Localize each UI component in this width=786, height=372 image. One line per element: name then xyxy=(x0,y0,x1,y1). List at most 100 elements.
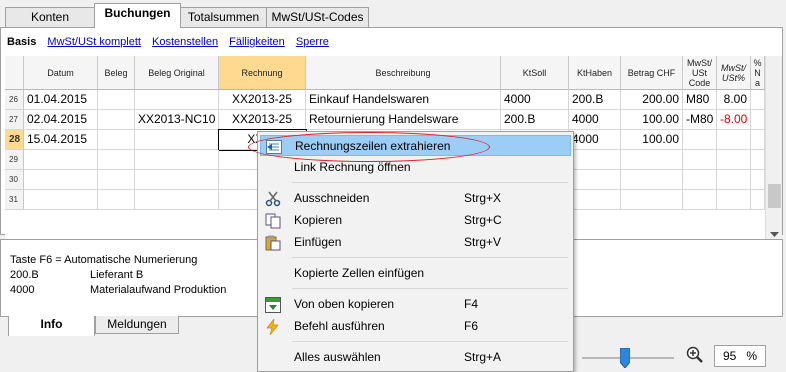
cell-beleg-original[interactable] xyxy=(135,190,219,210)
cell-kthaben[interactable] xyxy=(569,170,621,190)
vertical-scroll-thumb[interactable] xyxy=(768,184,781,208)
column-header-mwst-code[interactable]: MwSt/ USt Code xyxy=(683,56,717,90)
cell-kthaben[interactable] xyxy=(569,190,621,210)
cell-code[interactable] xyxy=(683,150,717,170)
view-basis[interactable]: Basis xyxy=(7,36,36,48)
cell-code[interactable] xyxy=(683,190,717,210)
tab-buchungen[interactable]: Buchungen xyxy=(94,3,181,28)
cell-code[interactable] xyxy=(683,170,717,190)
menu-item-kopierte-zellen-einfuegen[interactable]: Kopierte Zellen einfügen xyxy=(260,263,571,284)
cell-beleg[interactable] xyxy=(98,90,135,110)
cell-kthaben[interactable]: 200.B xyxy=(569,90,621,110)
cell-extra[interactable] xyxy=(751,90,765,110)
cell-beleg-original[interactable] xyxy=(135,170,219,190)
cell-beleg-original[interactable]: XX2013-NC10 xyxy=(135,110,219,130)
menu-item-link-rechnung-oeffnen[interactable]: Link Rechnung öffnen xyxy=(260,157,571,178)
menu-item-befehl-ausfuehren[interactable]: Befehl ausführen F6 xyxy=(260,316,571,337)
cell-beschreibung[interactable]: Retournierung Handelsware xyxy=(306,110,501,130)
row-number[interactable]: 30 xyxy=(5,170,24,190)
cell-datum[interactable] xyxy=(24,190,98,210)
cell-beleg[interactable] xyxy=(98,110,135,130)
tab-totalsummen[interactable]: Totalsummen xyxy=(180,7,267,27)
cell-code[interactable] xyxy=(683,130,717,150)
view-sperre[interactable]: Sperre xyxy=(296,36,329,48)
cell-beleg[interactable] xyxy=(98,190,135,210)
cell-extra[interactable] xyxy=(751,150,765,170)
view-mwst-komplett[interactable]: MwSt/USt komplett xyxy=(47,36,141,48)
zoom-unit: % xyxy=(746,349,757,363)
column-header-beschreibung[interactable]: Beschreibung xyxy=(306,56,501,90)
scroll-down-icon[interactable] xyxy=(770,232,779,238)
row-number[interactable]: 27 xyxy=(5,110,24,130)
column-header-beleg[interactable]: Beleg xyxy=(98,56,135,90)
row-number[interactable]: 29 xyxy=(5,150,24,170)
cell-datum[interactable] xyxy=(24,170,98,190)
row-number[interactable]: 31 xyxy=(5,190,24,210)
cell-extra[interactable] xyxy=(751,190,765,210)
cell-pct[interactable]: -8.00 xyxy=(717,110,751,130)
menu-item-von-oben-kopieren[interactable]: Von oben kopieren F4 xyxy=(260,294,571,315)
cell-beleg-original[interactable] xyxy=(135,130,219,150)
cell-beleg-original[interactable] xyxy=(135,90,219,110)
column-header-datum[interactable]: Datum xyxy=(24,56,98,90)
menu-item-alles-auswaehlen[interactable]: Alles auswählen Strg+A xyxy=(260,347,571,368)
cell-betrag[interactable]: 100.00 xyxy=(621,130,683,150)
cell-kthaben[interactable]: 4000 xyxy=(569,110,621,130)
cell-rechnung[interactable]: XX2013-25 xyxy=(219,90,306,110)
view-kostenstellen[interactable]: Kostenstellen xyxy=(152,36,218,48)
zoom-in-icon[interactable] xyxy=(686,346,704,364)
cell-extra[interactable] xyxy=(751,130,765,150)
column-header-mwst-pct[interactable]: MwSt/ USt% xyxy=(717,56,751,90)
cell-betrag[interactable]: 200.00 xyxy=(621,90,683,110)
cell-pct[interactable] xyxy=(717,150,751,170)
column-header-ktsoll[interactable]: KtSoll xyxy=(501,56,569,90)
cell-pct[interactable] xyxy=(717,190,751,210)
view-faelligkeiten[interactable]: Fälligkeiten xyxy=(229,36,285,48)
cell-code[interactable]: M80 xyxy=(683,90,717,110)
cell-datum[interactable]: 01.04.2015 xyxy=(24,90,98,110)
cell-beleg[interactable] xyxy=(98,170,135,190)
cell-kthaben[interactable]: 4000 xyxy=(569,130,621,150)
cell-betrag[interactable] xyxy=(621,190,683,210)
cell-datum[interactable]: 15.04.2015 xyxy=(24,130,98,150)
zoom-slider-thumb[interactable] xyxy=(620,348,630,368)
zoom-field[interactable]: 95 % xyxy=(714,345,766,367)
tab-info[interactable]: Info xyxy=(8,316,95,338)
vertical-scrollbar[interactable] xyxy=(765,56,782,244)
view-selector: Basis MwSt/USt komplett Kostenstellen Fä… xyxy=(7,36,337,52)
cell-rechnung[interactable]: XX2013-25 xyxy=(219,110,306,130)
column-header-beleg-original[interactable]: Beleg Original xyxy=(135,56,219,90)
cell-ktsoll[interactable]: 4000 xyxy=(501,90,569,110)
column-header-rechnung[interactable]: Rechnung xyxy=(219,56,306,90)
menu-item-kopieren[interactable]: Kopieren Strg+C xyxy=(260,210,571,231)
tab-mwst-codes[interactable]: MwSt/USt-Codes xyxy=(266,7,369,27)
cell-beschreibung[interactable]: Einkauf Handelswaren xyxy=(306,90,501,110)
cell-extra[interactable] xyxy=(751,110,765,130)
menu-item-einfuegen[interactable]: Einfügen Strg+V xyxy=(260,232,571,253)
row-number[interactable]: 28 xyxy=(5,130,24,150)
cell-extra[interactable] xyxy=(751,170,765,190)
menu-item-ausschneiden[interactable]: Ausschneiden Strg+X xyxy=(260,188,571,209)
column-header-betrag[interactable]: Betrag CHF xyxy=(621,56,683,90)
column-header-extra[interactable]: % N a xyxy=(751,56,765,90)
menu-item-rechnungszeilen-extrahieren[interactable]: Rechnungszeilen extrahieren xyxy=(260,135,571,156)
tab-meldungen[interactable]: Meldungen xyxy=(95,316,179,334)
cell-datum[interactable] xyxy=(24,150,98,170)
cell-beleg-original[interactable] xyxy=(135,150,219,170)
column-header-kthaben[interactable]: KtHaben xyxy=(569,56,621,90)
cell-pct[interactable] xyxy=(717,170,751,190)
cell-pct[interactable]: 8.00 xyxy=(717,90,751,110)
cell-code[interactable]: -M80 xyxy=(683,110,717,130)
cell-ktsoll[interactable]: 200.B xyxy=(501,110,569,130)
cell-beleg[interactable] xyxy=(98,130,135,150)
tab-konten[interactable]: Konten xyxy=(5,7,95,27)
row-number[interactable]: 26 xyxy=(5,90,24,110)
cell-betrag[interactable]: 100.00 xyxy=(621,110,683,130)
menu-item-label: Ausschneiden xyxy=(294,191,370,205)
cell-beleg[interactable] xyxy=(98,150,135,170)
cell-kthaben[interactable] xyxy=(569,150,621,170)
cell-betrag[interactable] xyxy=(621,170,683,190)
cell-betrag[interactable] xyxy=(621,150,683,170)
cell-datum[interactable]: 02.04.2015 xyxy=(24,110,98,130)
cell-pct[interactable] xyxy=(717,130,751,150)
